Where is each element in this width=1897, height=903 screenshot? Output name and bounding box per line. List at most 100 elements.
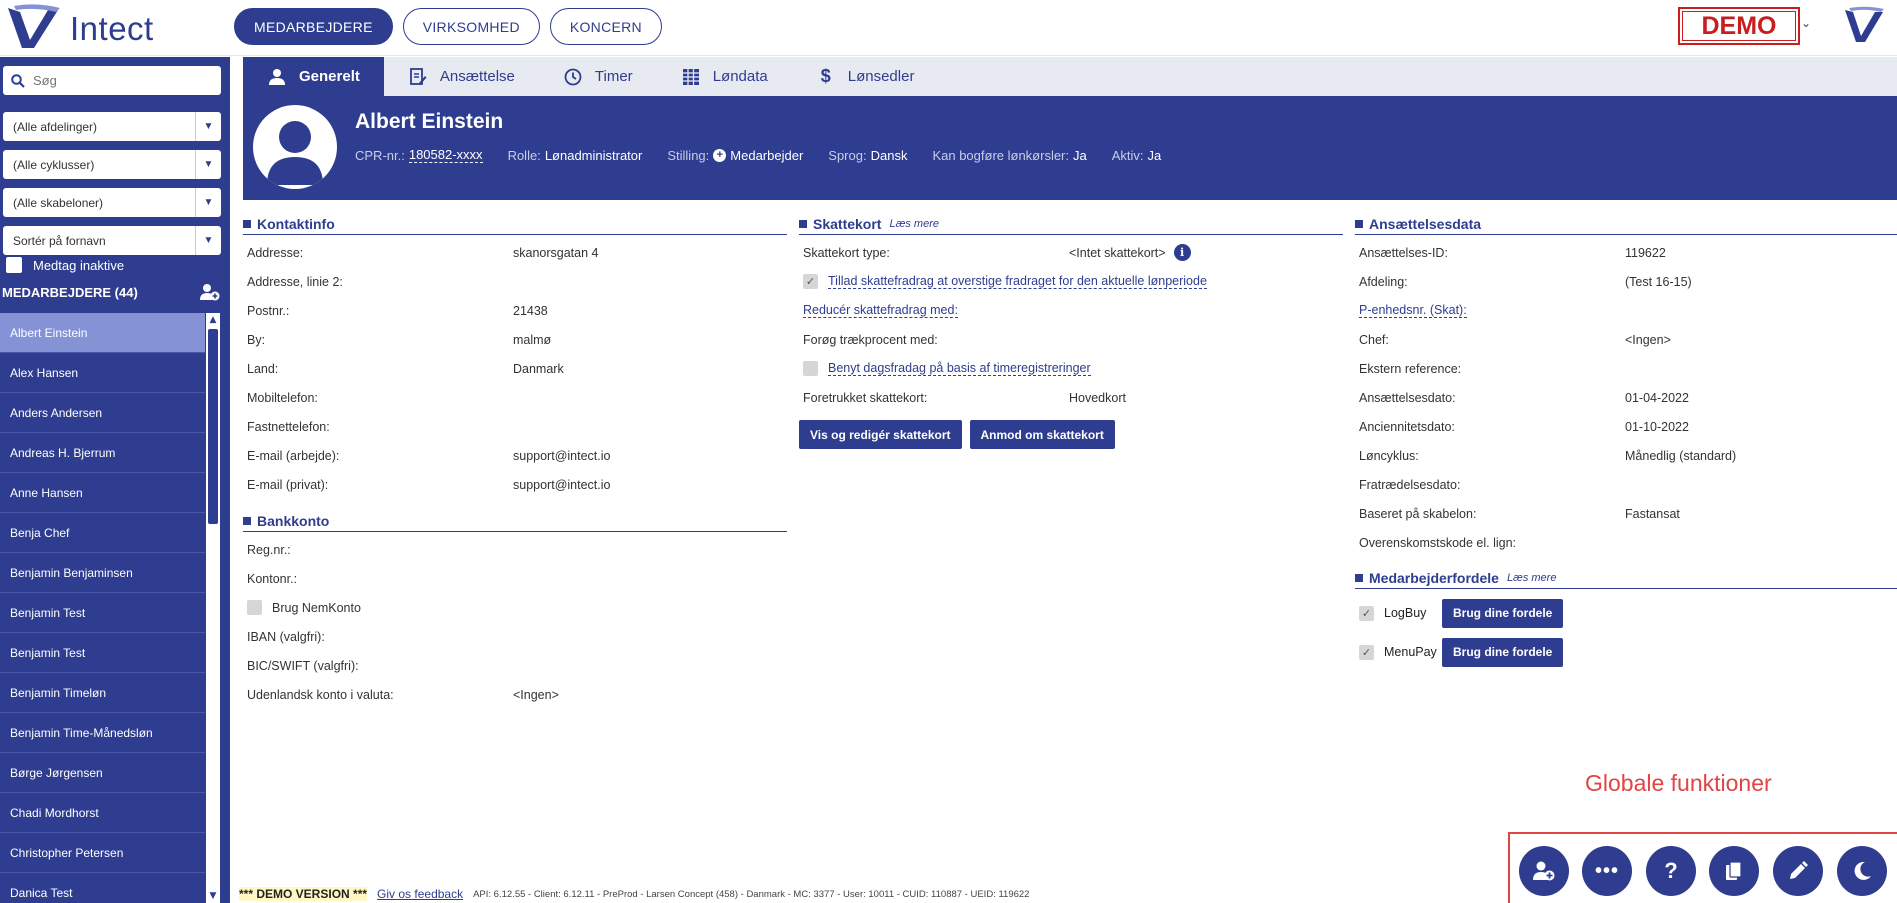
tab-ansaettelse[interactable]: Ansættelse bbox=[384, 57, 539, 96]
field-row: Mobiltelefon: bbox=[243, 383, 787, 412]
nav-koncern[interactable]: KONCERN bbox=[549, 8, 662, 45]
help-fab[interactable]: ? bbox=[1646, 846, 1696, 896]
anmod-skattekort-button[interactable]: Anmod om skattekort bbox=[969, 420, 1115, 449]
field-row: Baseret på skabelon: Fastansat bbox=[1355, 499, 1897, 528]
copy-fab[interactable] bbox=[1709, 846, 1759, 896]
filter-template[interactable]: (Alle skabeloner) ▼ bbox=[3, 188, 221, 217]
demo-badge[interactable]: DEMO bbox=[1678, 7, 1800, 45]
tab-timer[interactable]: Timer bbox=[539, 57, 657, 96]
user-menu-logo-icon[interactable] bbox=[1843, 6, 1885, 46]
nemkonto-checkbox[interactable] bbox=[247, 600, 262, 615]
employee-item[interactable]: Anne Hansen bbox=[0, 473, 205, 513]
employee-item[interactable]: Benjamin Benjaminsen bbox=[0, 553, 205, 593]
employee-item[interactable]: Benjamin Test bbox=[0, 633, 205, 673]
employee-item[interactable]: Chadi Mordhorst bbox=[0, 793, 205, 833]
field-value[interactable]: support@intect.io bbox=[513, 449, 610, 463]
field-row: Ansættelses-ID: 119622 bbox=[1355, 238, 1897, 267]
tab-label: Timer bbox=[594, 68, 633, 85]
field-value[interactable]: Månedlig (standard) bbox=[1625, 449, 1736, 463]
sort-select[interactable]: Sortér på fornavn ▼ bbox=[3, 226, 221, 255]
employee-list-scrollbar[interactable]: ▲ ▼ bbox=[206, 313, 220, 903]
dropdown-arrow-icon[interactable]: ▼ bbox=[195, 112, 221, 141]
employee-item[interactable]: Benjamin Timeløn bbox=[0, 673, 205, 713]
dropdown-arrow-icon[interactable]: ▼ bbox=[195, 188, 221, 217]
vis-rediger-skattekort-button[interactable]: Vis og redigér skattekort bbox=[799, 420, 962, 449]
field-value[interactable]: 01-10-2022 bbox=[1625, 420, 1689, 434]
field-value[interactable]: 119622 bbox=[1625, 246, 1666, 260]
benyt-checkbox[interactable] bbox=[803, 361, 818, 376]
tab-generelt[interactable]: Generelt bbox=[243, 57, 384, 96]
field-value[interactable]: skanorsgatan 4 bbox=[513, 246, 598, 260]
employee-item[interactable]: Christopher Petersen bbox=[0, 833, 205, 873]
tab-loensedler[interactable]: $ Lønsedler bbox=[792, 57, 939, 96]
employee-item[interactable]: Alex Hansen bbox=[0, 353, 205, 393]
footer: *** DEMO VERSION *** Giv os feedback API… bbox=[239, 887, 1029, 901]
chevron-down-icon[interactable]: ⌄ bbox=[1801, 16, 1811, 30]
edit-fab[interactable] bbox=[1773, 846, 1823, 896]
filter-cycle[interactable]: (Alle cyklusser) ▼ bbox=[3, 150, 221, 179]
add-user-fab[interactable] bbox=[1519, 846, 1569, 896]
field-value[interactable]: Fastansat bbox=[1625, 507, 1680, 521]
menupay-button[interactable]: Brug dine fordele bbox=[1442, 637, 1564, 667]
field-label: Addresse, linie 2: bbox=[247, 274, 343, 289]
feedback-link[interactable]: Giv os feedback bbox=[377, 887, 463, 901]
scroll-up-icon[interactable]: ▲ bbox=[206, 313, 220, 327]
search-box[interactable] bbox=[3, 66, 221, 95]
field-value[interactable]: Danmark bbox=[513, 362, 564, 376]
info-icon[interactable]: i bbox=[1173, 244, 1191, 261]
section-title: Medarbejderfordele Læs mere bbox=[1355, 570, 1897, 589]
employee-item[interactable]: Benjamin Time-Månedsløn bbox=[0, 713, 205, 753]
tab-loendata[interactable]: Løndata bbox=[657, 57, 792, 96]
benyt-row[interactable]: Benyt dagsfradag på basis af timeregistr… bbox=[799, 354, 1343, 383]
scroll-down-icon[interactable]: ▼ bbox=[206, 889, 220, 903]
nemkonto-row[interactable]: Brug NemKonto bbox=[243, 593, 787, 622]
cpr-value[interactable]: 180582-xxxx bbox=[408, 147, 483, 163]
employee-item[interactable]: Andreas H. Bjerrum bbox=[0, 433, 205, 473]
employee-item[interactable]: Benjamin Test bbox=[0, 593, 205, 633]
field-value[interactable]: Hovedkort bbox=[1069, 391, 1126, 405]
field-value[interactable]: 01-04-2022 bbox=[1625, 391, 1689, 405]
logbuy-checkbox[interactable]: ✓ bbox=[1359, 605, 1374, 621]
nav-medarbejdere[interactable]: MEDARBEJDERE bbox=[234, 8, 393, 45]
section-bullet bbox=[243, 517, 251, 525]
avatar-silhouette-icon bbox=[267, 121, 323, 185]
plus-circle-icon[interactable]: + bbox=[713, 148, 727, 162]
employee-item[interactable]: Benja Chef bbox=[0, 513, 205, 553]
skattekort-type-value[interactable]: <Intet skattekort> bbox=[1069, 246, 1166, 260]
bogfore-value: Ja bbox=[1073, 147, 1087, 163]
dark-mode-fab[interactable] bbox=[1837, 846, 1887, 896]
employee-item[interactable]: Børge Jørgensen bbox=[0, 753, 205, 793]
filter-department[interactable]: (Alle afdelinger) ▼ bbox=[3, 112, 221, 141]
employee-item[interactable]: Danica Test bbox=[0, 873, 205, 903]
include-inactive-toggle[interactable]: Medtag inaktive bbox=[6, 257, 124, 273]
nav-virksomhed[interactable]: VIRKSOMHED bbox=[402, 8, 540, 45]
dropdown-arrow-icon[interactable]: ▼ bbox=[195, 150, 221, 179]
field-label: Ekstern reference: bbox=[1359, 361, 1462, 376]
logbuy-button[interactable]: Brug dine fordele bbox=[1442, 598, 1564, 628]
tillad-row[interactable]: ✓ Tillad skattefradrag at overstige fradr… bbox=[799, 267, 1343, 296]
employee-item[interactable]: Albert Einstein bbox=[0, 313, 205, 353]
field-value[interactable]: (Test 16-15) bbox=[1625, 275, 1692, 289]
employees-count-label: MEDARBEJDERE (44) bbox=[2, 284, 138, 300]
fordele-title: Medarbejderfordele bbox=[1369, 570, 1499, 586]
laes-mere-link[interactable]: Læs mere bbox=[889, 218, 939, 230]
include-inactive-checkbox[interactable] bbox=[6, 257, 22, 273]
field-value[interactable]: support@intect.io bbox=[513, 478, 610, 492]
field-row: Addresse: skanorsgatan 4 bbox=[243, 238, 787, 267]
laes-mere-link[interactable]: Læs mere bbox=[1507, 572, 1557, 584]
menupay-checkbox[interactable]: ✓ bbox=[1359, 644, 1374, 660]
field-value[interactable]: <Ingen> bbox=[1625, 333, 1671, 347]
scrollbar-thumb[interactable] bbox=[208, 329, 218, 524]
search-input[interactable] bbox=[33, 73, 203, 88]
field-value[interactable]: malmø bbox=[513, 333, 551, 347]
field-label: Reducér skattefradrag med: bbox=[803, 303, 958, 318]
field-value[interactable]: <Ingen> bbox=[513, 688, 559, 702]
brand-logo[interactable]: Intect bbox=[6, 4, 154, 54]
employee-item[interactable]: Anders Andersen bbox=[0, 393, 205, 433]
tillad-checkbox[interactable]: ✓ bbox=[803, 274, 818, 289]
add-employee-icon[interactable] bbox=[200, 283, 220, 301]
field-value[interactable]: 21438 bbox=[513, 304, 548, 318]
avatar[interactable] bbox=[253, 105, 337, 189]
more-fab[interactable]: ••• bbox=[1582, 846, 1632, 896]
dropdown-arrow-icon[interactable]: ▼ bbox=[195, 226, 221, 255]
